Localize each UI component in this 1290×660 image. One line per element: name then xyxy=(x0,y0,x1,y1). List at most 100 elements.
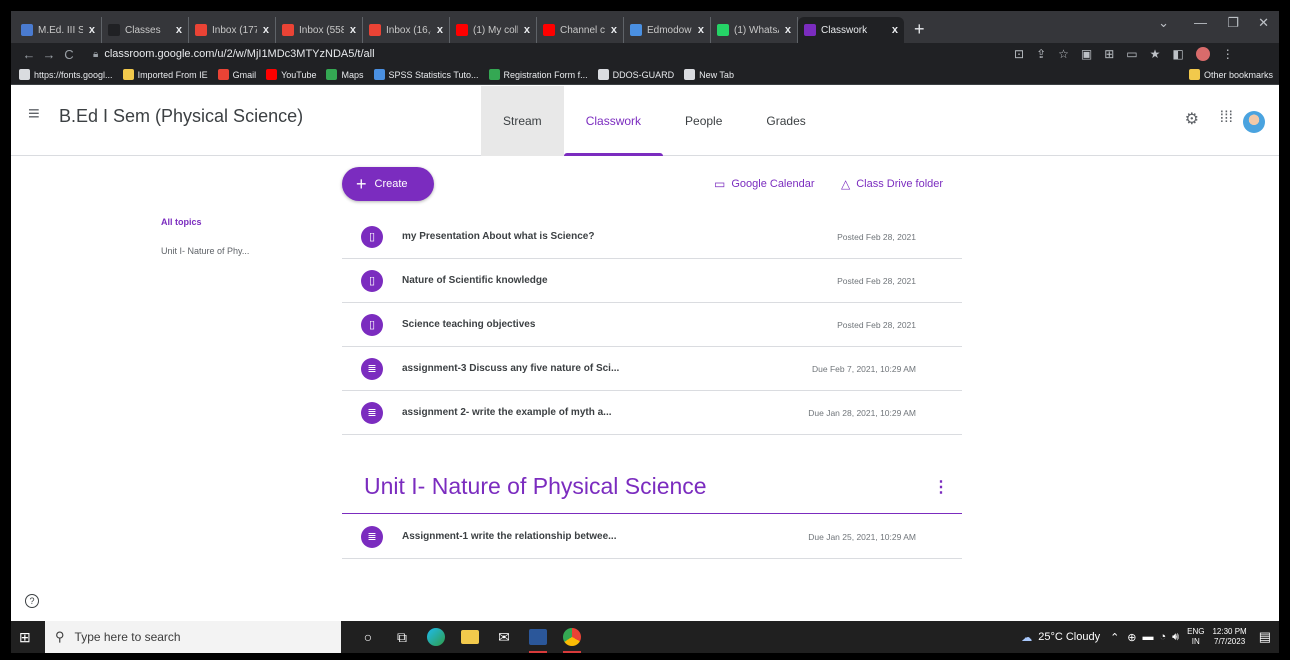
google-calendar-link[interactable]: ▭ Google Calendar xyxy=(714,177,815,191)
browser-tab[interactable]: Classes x xyxy=(102,17,189,43)
profile-avatar[interactable] xyxy=(1195,47,1210,61)
classwork-item[interactable]: ▯ my Presentation About what is Science? P… xyxy=(342,215,962,259)
tab-close-icon[interactable]: x xyxy=(524,24,530,36)
bookmark-item[interactable]: Maps xyxy=(326,69,364,80)
network-icon[interactable]: ⊕ xyxy=(1127,631,1136,644)
browser-tab[interactable]: (1) WhatsA x xyxy=(711,17,798,43)
other-bookmarks[interactable]: Other bookmarks xyxy=(1188,69,1273,80)
side-panel-icon[interactable]: ◧ xyxy=(1172,47,1183,61)
apps-grid-icon[interactable]: ⁞⁞⁞ xyxy=(1220,109,1233,127)
task-view-icon[interactable]: ⧉ xyxy=(387,621,417,653)
notification-icon[interactable]: ▤ xyxy=(1259,629,1271,645)
tab-close-icon[interactable]: x xyxy=(785,24,791,36)
hamburger-menu-icon[interactable]: ≡ xyxy=(28,103,40,126)
class-drive-link[interactable]: △ Class Drive folder xyxy=(841,177,943,191)
cortana-icon[interactable]: ○ xyxy=(353,621,383,653)
windows-start-icon[interactable]: ⊞ xyxy=(19,629,45,646)
tab-close-icon[interactable]: x xyxy=(263,24,269,36)
bookmark-item[interactable]: YouTube xyxy=(266,69,316,80)
browser-tab[interactable]: Classwork x xyxy=(798,17,904,43)
file-explorer-icon[interactable] xyxy=(455,621,485,653)
browser-tab[interactable]: Channel co x xyxy=(537,17,624,43)
tab-close-icon[interactable]: x xyxy=(892,24,898,36)
more-options-icon[interactable]: ⋮ xyxy=(933,477,949,497)
install-icon[interactable]: ⊡ xyxy=(1014,47,1024,61)
back-icon[interactable]: ← xyxy=(19,47,39,62)
tab-search-icon[interactable]: ⌄ xyxy=(1158,15,1169,31)
screen-frame: M.Ed. III SexClassesxInbox (177)xInbox (… xyxy=(8,8,1282,656)
chevron-up-icon[interactable]: ⌃ xyxy=(1110,631,1119,644)
word-icon[interactable] xyxy=(523,621,553,653)
tab-people[interactable]: People xyxy=(663,86,744,156)
kebab-menu-icon[interactable]: ⋮ xyxy=(1222,47,1234,61)
tab-close-icon[interactable]: x xyxy=(437,24,443,36)
classwork-item[interactable]: ▯ Science teaching objectives Posted Feb 2… xyxy=(342,303,962,347)
battery-icon[interactable]: ▬ xyxy=(1143,631,1154,643)
clock[interactable]: 12:30 PM 7/7/2023 xyxy=(1212,627,1246,647)
tab-close-icon[interactable]: x xyxy=(176,24,182,36)
weather-text[interactable]: 25°C Cloudy xyxy=(1038,631,1100,643)
tab-close-icon[interactable]: x xyxy=(350,24,356,36)
chrome-icon[interactable] xyxy=(557,621,587,653)
bookmark-item[interactable]: Gmail xyxy=(217,69,256,80)
reload-icon[interactable]: C xyxy=(59,47,79,62)
item-title: Nature of Scientific knowledge xyxy=(402,275,548,286)
lang-region: IN xyxy=(1191,637,1200,646)
tab-favicon-icon xyxy=(21,24,33,36)
help-icon[interactable]: ? xyxy=(25,594,39,608)
browser-tab[interactable]: (1) My colle x xyxy=(450,17,537,43)
extension-icon-3[interactable]: ▭ xyxy=(1126,47,1137,61)
bookmark-item[interactable]: Registration Form f... xyxy=(488,69,588,80)
bookmark-item[interactable]: Imported From IE xyxy=(122,69,208,80)
tab-close-icon[interactable]: x xyxy=(89,24,95,36)
assignment-icon: ≣ xyxy=(361,525,383,548)
browser-tab[interactable]: Edmodowo x xyxy=(624,17,711,43)
bookmark-item[interactable]: DDOS-GUARD xyxy=(597,69,674,80)
language-indicator[interactable]: ENG IN xyxy=(1187,627,1204,647)
classwork-item[interactable]: ▯ Nature of Scientific knowledge Posted Fe… xyxy=(342,259,962,303)
bookmark-star-icon[interactable]: ☆ xyxy=(1058,47,1069,61)
address-bar[interactable]: 🔒︎ classroom.google.com/u/2/w/MjI1MDc3MT… xyxy=(87,45,1002,63)
classwork-item[interactable]: ≣ Assignment-1 write the relationship bet… xyxy=(342,515,962,559)
browser-tab[interactable]: Inbox (16,4 x xyxy=(363,17,450,43)
classwork-item[interactable]: ≣ assignment 2- write the example of myth… xyxy=(342,391,962,435)
browser-tab[interactable]: Inbox (177) x xyxy=(189,17,276,43)
bookmark-label: https://fonts.googl... xyxy=(34,69,113,80)
extension-icon-2[interactable]: ⊞ xyxy=(1104,47,1114,61)
create-button[interactable]: + Create xyxy=(342,167,434,201)
gear-icon[interactable]: ⚙ xyxy=(1185,109,1199,129)
bookmark-item[interactable]: New Tab xyxy=(684,69,734,80)
extension-icon[interactable]: ▣ xyxy=(1081,47,1092,61)
share-icon[interactable]: ⇪ xyxy=(1036,47,1046,61)
bookmark-item[interactable]: SPSS Statistics Tuto... xyxy=(373,69,479,80)
extensions-puzzle-icon[interactable]: ★ xyxy=(1150,47,1161,61)
classwork-item[interactable]: ≣ assignment-3 Discuss any five nature of… xyxy=(342,347,962,391)
browser-tab[interactable]: Inbox (558) x xyxy=(276,17,363,43)
browser-tab[interactable]: M.Ed. III Se x xyxy=(15,17,102,43)
item-date: Posted Feb 28, 2021 xyxy=(837,275,916,286)
user-avatar[interactable] xyxy=(1243,111,1265,133)
close-window-button[interactable]: ✕ xyxy=(1258,15,1269,31)
class-title[interactable]: B.Ed I Sem (Physical Science) xyxy=(59,106,303,127)
tab-label: People xyxy=(685,114,723,128)
maximize-button[interactable]: ❐ xyxy=(1227,15,1239,31)
volume-icon[interactable]: 🔊︎ xyxy=(1172,631,1179,644)
new-tab-button[interactable]: + xyxy=(914,17,925,43)
wifi-icon[interactable]: ◔ xyxy=(1160,631,1167,643)
edge-icon[interactable] xyxy=(421,621,451,653)
topic-all[interactable]: All topics xyxy=(161,217,249,227)
tab-classwork[interactable]: Classwork xyxy=(563,86,664,156)
tab-close-icon[interactable]: x xyxy=(698,24,704,36)
mail-icon[interactable]: ✉ xyxy=(489,621,519,653)
bookmark-item[interactable]: https://fonts.googl... xyxy=(19,69,113,80)
tab-close-icon[interactable]: x xyxy=(611,24,617,36)
forward-icon[interactable]: → xyxy=(39,47,59,62)
taskbar-search[interactable]: ⚲ Type here to search xyxy=(45,621,341,653)
tab-grades[interactable]: Grades xyxy=(744,86,827,156)
classroom-header: ≡ B.Ed I Sem (Physical Science) Stream C… xyxy=(11,86,1279,156)
minimize-button[interactable]: — xyxy=(1194,15,1207,30)
topic-unit-1[interactable]: Unit I- Nature of Phy... xyxy=(161,246,249,256)
class-drive-label: Class Drive folder xyxy=(856,178,944,190)
tab-stream[interactable]: Stream xyxy=(481,86,564,156)
item-title: Assignment-1 write the relationship betw… xyxy=(402,531,617,542)
